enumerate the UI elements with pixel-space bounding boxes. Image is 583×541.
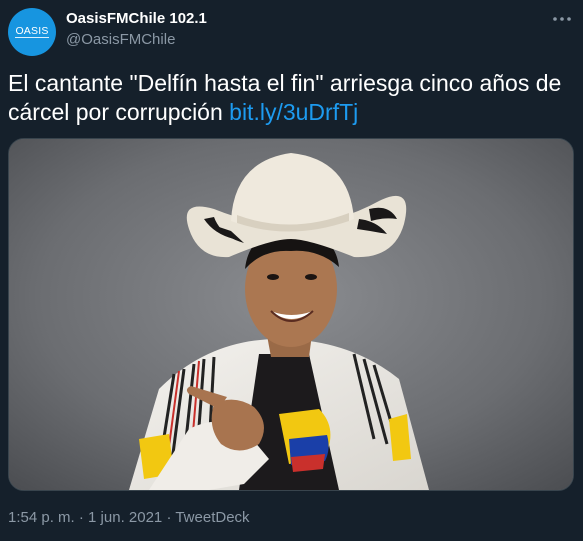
meta-separator: · [162, 509, 176, 526]
tweet-date[interactable]: 1 jun. 2021 [88, 509, 162, 526]
avatar[interactable]: OASIS [8, 8, 56, 56]
tweet-source[interactable]: TweetDeck [175, 509, 249, 526]
meta-separator: · [74, 509, 89, 526]
user-handle[interactable]: @OasisFMChile [66, 31, 175, 48]
tweet-text: El cantante "Delfín hasta el fin" arries… [8, 69, 578, 127]
more-dots-icon [553, 17, 571, 21]
tweet-link[interactable]: bit.ly/3uDrfTj [229, 99, 358, 125]
tweet-card: OASIS OasisFMChile 102.1 @OasisFMChile E… [0, 0, 583, 541]
photo-singer-image [9, 139, 573, 490]
tweet-photo[interactable] [8, 138, 574, 491]
tweet-time[interactable]: 1:54 p. m. [8, 509, 75, 526]
display-name[interactable]: OasisFMChile 102.1 [66, 10, 207, 27]
avatar-logo: OASIS [15, 24, 49, 39]
more-button[interactable] [548, 8, 576, 30]
tweet-meta: 1:54 p. m. · 1 jun. 2021 · TweetDeck [8, 509, 250, 526]
